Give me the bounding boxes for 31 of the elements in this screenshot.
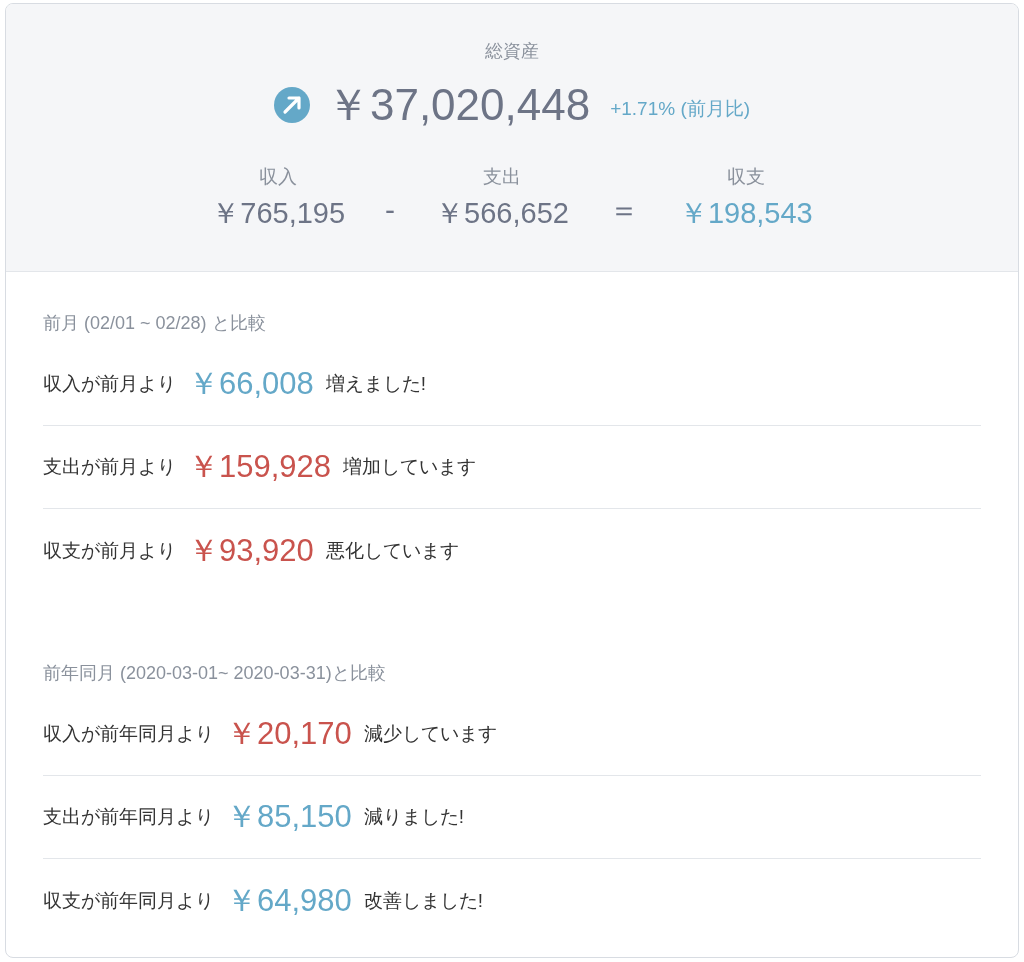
summary-amount: ￥198,543 (678, 195, 813, 231)
difference-amount: ￥66,008 (188, 365, 314, 404)
difference-amount: ￥85,150 (226, 798, 352, 837)
comparison-label: 収入が前年同月より (43, 722, 214, 747)
difference-amount: ￥64,980 (226, 881, 352, 920)
change-rate: +1.71% (前月比) (610, 96, 751, 121)
comparison-label: 収入が前月より (43, 372, 176, 397)
operator-sign: - (385, 192, 396, 229)
comparison-result: 増加しています (343, 455, 477, 480)
comparison-result: 改善しました! (363, 888, 484, 913)
difference-amount: ￥20,170 (226, 715, 352, 754)
summary-label: 支出 (482, 165, 522, 190)
comparison-label: 収支が前月より (43, 538, 176, 563)
section-heading: 前月 (02/01 ~ 02/28) と比較 (43, 312, 267, 336)
comparison-result: 減りました! (363, 805, 465, 830)
comparison-result: 減少しています (363, 722, 497, 747)
difference-amount: ￥159,928 (188, 448, 332, 487)
comparison-label: 収支が前年同月より (43, 888, 214, 913)
difference-amount: ￥93,920 (188, 531, 314, 570)
summary-label: 収支 (725, 165, 766, 190)
summary-title: 総資産 (484, 40, 540, 63)
comparison-label: 支出が前年同月より (43, 805, 214, 830)
total-assets-amount: ￥37,020,448 (325, 81, 591, 130)
summary-amount: ￥566,652 (435, 195, 569, 231)
section-heading: 前年同月 (2020-03-01~ 2020-03-31)と比較 (43, 662, 387, 686)
comparison-result: 増えました! (325, 372, 427, 397)
operator-sign: ＝ (608, 192, 639, 229)
comparison-result: 悪化しています (325, 538, 459, 563)
summary-amount: ￥765,195 (211, 195, 346, 231)
summary-label: 収入 (258, 165, 299, 190)
comparison-label: 支出が前月より (43, 455, 176, 480)
